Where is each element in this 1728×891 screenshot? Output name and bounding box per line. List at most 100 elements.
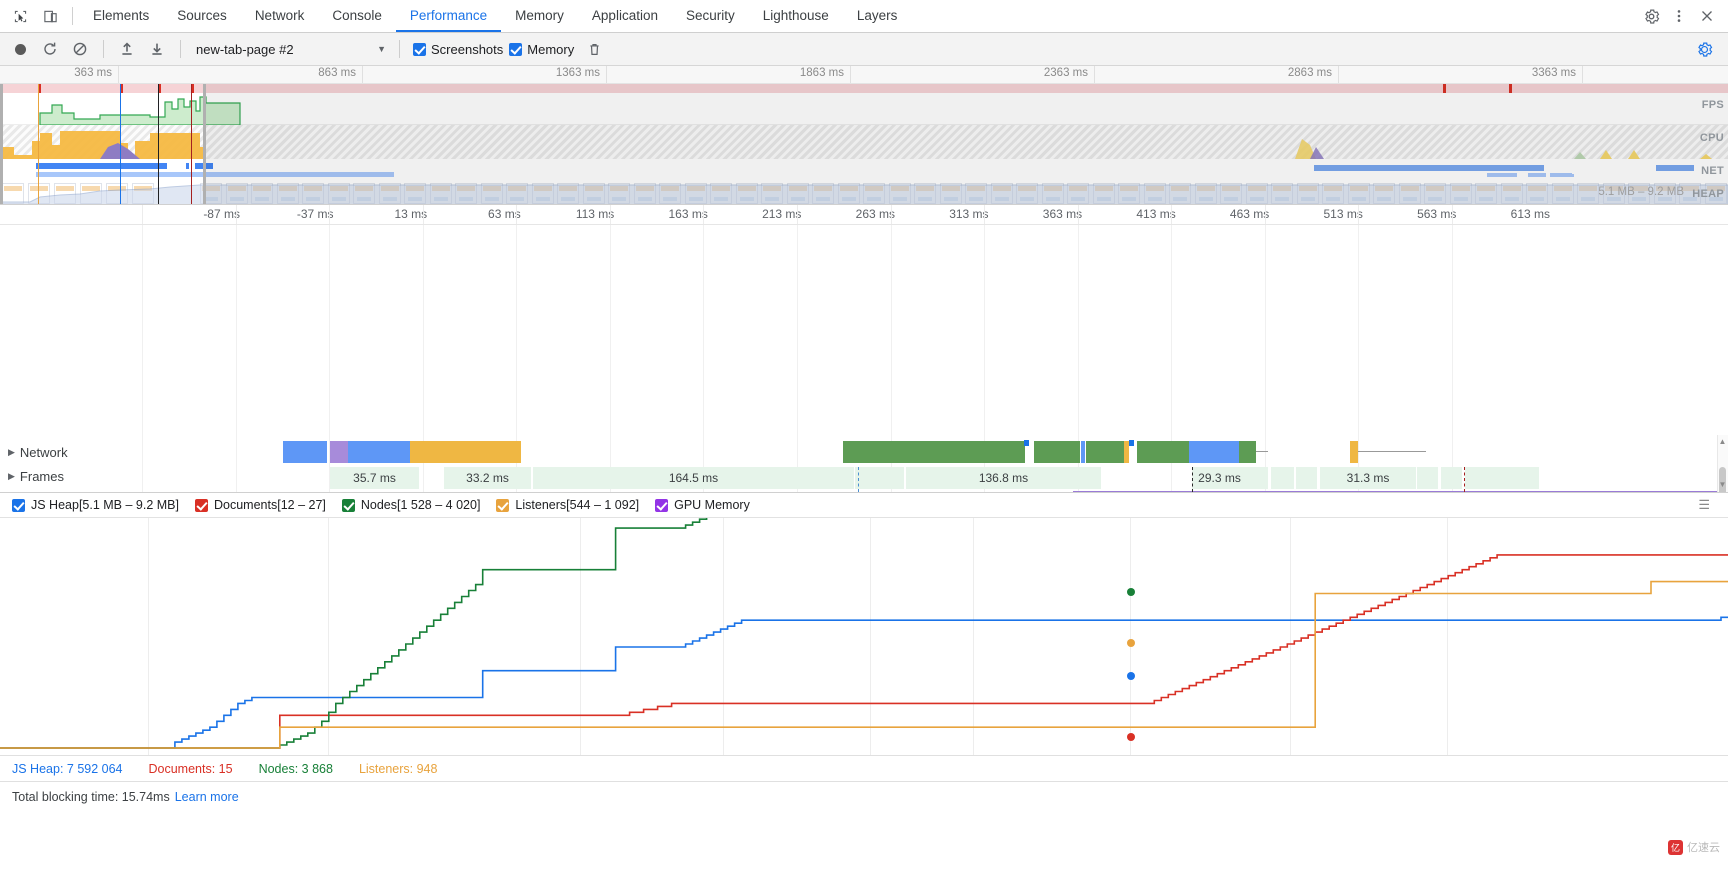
memory-data-point xyxy=(1127,588,1135,596)
frame-bar[interactable] xyxy=(855,467,905,489)
network-request-bar[interactable] xyxy=(1239,441,1256,463)
status-js-heap: JS Heap: 7 592 064 xyxy=(12,761,123,776)
tab-performance[interactable]: Performance xyxy=(395,0,502,32)
filmstrip-frame[interactable] xyxy=(2,183,24,204)
record-button[interactable] xyxy=(6,36,34,62)
network-request-bar[interactable] xyxy=(330,441,348,463)
frame-bar[interactable] xyxy=(1465,467,1540,489)
tab-console[interactable]: Console xyxy=(318,0,396,32)
device-toolbar-icon[interactable] xyxy=(40,6,60,26)
frame-bar[interactable]: 136.8 ms xyxy=(906,467,1102,489)
load-profile-button[interactable] xyxy=(113,36,141,62)
learn-more-link[interactable]: Learn more xyxy=(175,790,239,804)
timeline-tick-label: -37 ms xyxy=(296,207,334,221)
overview-tick-line xyxy=(1582,66,1583,83)
network-request-bar[interactable] xyxy=(410,441,521,463)
tabbar-actions xyxy=(1638,0,1728,32)
frame-bar[interactable] xyxy=(1417,467,1439,489)
frame-bar[interactable] xyxy=(1247,467,1269,489)
frame-bar[interactable]: 164.5 ms xyxy=(533,467,855,489)
frame-bar[interactable]: 33.2 ms xyxy=(444,467,532,489)
overview-window-right-handle[interactable] xyxy=(203,84,206,204)
filmstrip-frame[interactable] xyxy=(54,183,76,204)
legend-gpu-memory[interactable]: GPU Memory xyxy=(655,498,750,512)
network-request-bar[interactable] xyxy=(1189,441,1239,463)
legend-nodes[interactable]: Nodes[1 528 – 4 020] xyxy=(341,498,481,512)
inspect-cursor-icon[interactable] xyxy=(10,6,30,26)
track-frames[interactable]: ▶ Frames xyxy=(8,469,64,484)
filmstrip-frame[interactable] xyxy=(28,183,50,204)
network-request-bar[interactable] xyxy=(1086,441,1124,463)
screenshots-checkbox[interactable]: Screenshots xyxy=(413,42,503,57)
toolbar-divider xyxy=(103,40,104,58)
tab-lighthouse[interactable]: Lighthouse xyxy=(749,0,843,32)
tab-memory[interactable]: Memory xyxy=(501,0,578,32)
frame-bar[interactable]: 29.3 ms xyxy=(1192,467,1248,489)
timeline-flame-chart[interactable]: -87 ms -37 ms 13 ms 63 ms 113 ms 163 ms 213 ms… xyxy=(0,205,1728,493)
timeline-tick-line xyxy=(1264,205,1266,224)
hamburger-icon[interactable]: ☰ xyxy=(1698,497,1716,513)
session-select[interactable]: new-tab-page #2 ▼ xyxy=(190,38,390,60)
frame-bar[interactable] xyxy=(1441,467,1463,489)
legend-label: Nodes[1 528 – 4 020] xyxy=(360,498,481,512)
memory-counters-chart[interactable] xyxy=(0,518,1728,756)
track-network[interactable]: ▶ Network xyxy=(8,445,68,460)
overview-tick-line xyxy=(1338,66,1339,83)
filmstrip-frame[interactable] xyxy=(80,183,102,204)
checkbox-icon xyxy=(12,498,25,512)
legend-listeners[interactable]: Listeners[544 – 1 092] xyxy=(496,498,639,512)
timeline-tick-line xyxy=(1452,205,1453,224)
capture-settings-button[interactable] xyxy=(1690,36,1718,62)
legend-documents[interactable]: Documents[12 – 27] xyxy=(195,498,326,512)
chevron-right-icon: ▶ xyxy=(8,447,15,457)
filmstrip-frame[interactable] xyxy=(106,183,128,204)
memory-checkbox[interactable]: Memory xyxy=(509,42,574,57)
checkbox-icon xyxy=(413,42,426,56)
save-profile-button[interactable] xyxy=(143,36,171,62)
network-request-bar[interactable] xyxy=(843,441,1025,463)
filmstrip-frame[interactable] xyxy=(132,183,154,204)
gear-icon[interactable] xyxy=(1638,3,1664,29)
memory-label: Memory xyxy=(527,41,575,57)
network-request-bar[interactable] xyxy=(1034,441,1080,463)
scroll-down-arrow[interactable]: ▼ xyxy=(1717,478,1728,492)
tab-application[interactable]: Application xyxy=(578,0,672,32)
more-vertical-icon[interactable] xyxy=(1666,3,1692,29)
network-request-bar[interactable] xyxy=(1137,441,1189,463)
tab-elements[interactable]: Elements xyxy=(79,0,163,32)
tab-label: Security xyxy=(685,7,735,23)
timeline-tick-line xyxy=(235,205,237,224)
network-request-bar[interactable] xyxy=(283,441,327,463)
tab-sources[interactable]: Sources xyxy=(163,0,241,32)
timeline-overview[interactable]: 363 ms 863 ms 1363 ms 1863 ms 2363 ms 2863 ms… xyxy=(0,66,1728,205)
tab-layers[interactable]: Layers xyxy=(843,0,912,32)
frame-bar[interactable]: 35.7 ms xyxy=(330,467,420,489)
reload-and-record-button[interactable] xyxy=(36,36,64,62)
network-request-bar[interactable] xyxy=(348,441,410,463)
overview-tick-line xyxy=(606,66,607,83)
animation-bar[interactable] xyxy=(1073,491,1728,492)
tab-label: Lighthouse xyxy=(762,7,829,23)
frame-bar[interactable]: 31.3 ms xyxy=(1320,467,1417,489)
status-listeners: Listeners: 948 xyxy=(358,761,438,776)
memory-series-line xyxy=(0,554,1728,749)
close-icon[interactable] xyxy=(1694,3,1720,29)
tab-network[interactable]: Network xyxy=(241,0,319,32)
legend-js-heap[interactable]: JS Heap[5.1 MB – 9.2 MB] xyxy=(12,498,179,512)
overview-tick-line xyxy=(362,66,363,83)
frame-bar[interactable] xyxy=(1296,467,1318,489)
tab-security[interactable]: Security xyxy=(672,0,749,32)
timeline-tick-line xyxy=(703,205,705,224)
network-request-bar[interactable] xyxy=(1081,441,1085,463)
timeline-tick-line xyxy=(516,205,518,224)
clear-button[interactable] xyxy=(66,36,94,62)
scroll-up-arrow[interactable]: ▲ xyxy=(1717,435,1728,449)
overview-window-left-handle[interactable] xyxy=(0,84,3,204)
checkbox-icon xyxy=(195,498,208,512)
network-request-bar[interactable] xyxy=(1350,441,1358,463)
load-marker-line xyxy=(1464,467,1465,492)
frame-bar[interactable] xyxy=(1271,467,1295,489)
trash-button[interactable] xyxy=(580,36,608,62)
overview-tick-line xyxy=(1094,66,1095,83)
memory-series-line xyxy=(0,580,1728,749)
